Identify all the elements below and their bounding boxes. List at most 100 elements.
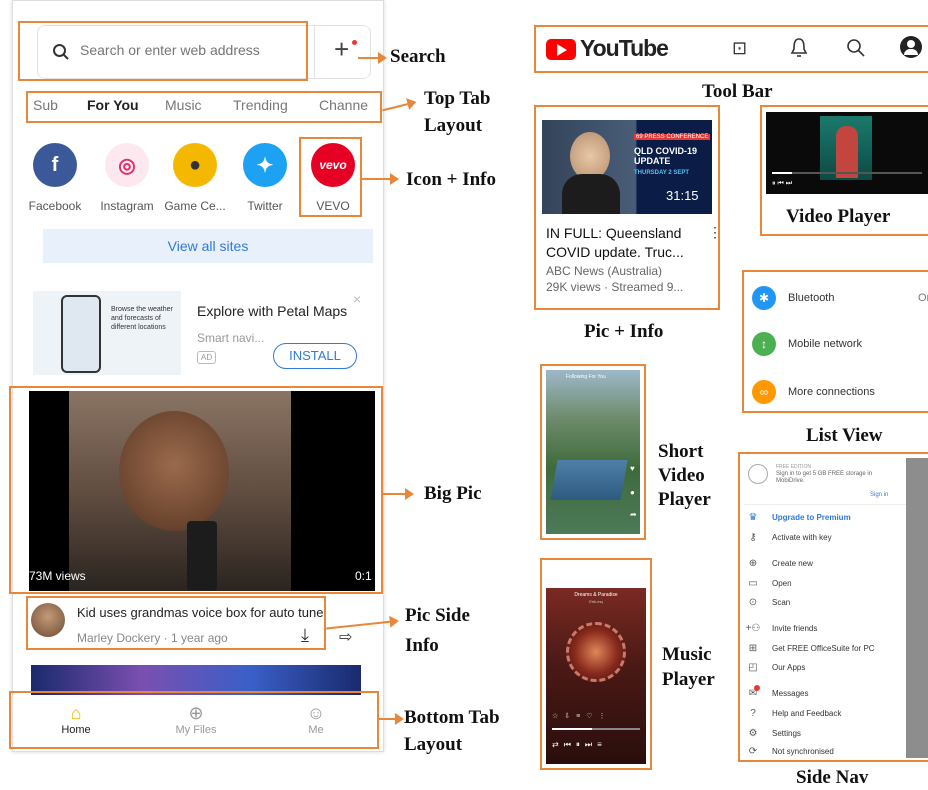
list-item-bluetooth[interactable]: ✱ Bluetooth On — [748, 276, 928, 320]
seek-bar[interactable] — [772, 172, 922, 174]
signin-link[interactable]: Sign in — [870, 492, 888, 498]
progress-bar[interactable] — [552, 728, 640, 730]
mobile-network-icon: ↕ — [752, 332, 776, 356]
nav-help-feedback[interactable]: ? Help and Feedback — [744, 708, 841, 719]
promo-text: Sign in to get 5 GB FREE storage in Mobi… — [776, 471, 873, 484]
bell-icon[interactable] — [790, 37, 808, 59]
youtube-logo-icon — [546, 39, 576, 60]
close-icon[interactable]: × — [353, 291, 361, 307]
install-button[interactable]: INSTALL — [273, 343, 357, 369]
video-title[interactable]: IN FULL: Queensland COVID update. Truc..… — [546, 224, 702, 262]
list-item-mobile-network[interactable]: ↕ Mobile network — [748, 322, 928, 366]
label-bottom-tab-layout: Layout — [404, 734, 463, 755]
label-top-tab-layout: Layout — [424, 115, 483, 136]
nav-label: Settings — [772, 729, 801, 738]
profile-icon[interactable] — [748, 464, 768, 484]
list-item-more-connections[interactable]: ∞ More connections — [748, 370, 928, 414]
headline-line1: QLD COVID-19 — [634, 146, 698, 156]
short-video-frame[interactable]: Following For You ♥ ● ➦ — [546, 370, 640, 534]
nav-label: Our Apps — [772, 663, 806, 672]
invite-friends-icon: +⚇ — [745, 623, 761, 634]
action-icons[interactable]: ☆⇩≡♡⋮ — [552, 712, 640, 720]
app-game-center[interactable]: ● Game Ce... — [163, 143, 227, 213]
nav-officesuite-pc[interactable]: ⊞ Get FREE OfficeSuite for PC — [744, 643, 875, 654]
nav-label: Create new — [772, 559, 813, 568]
comment-icon[interactable]: ● — [630, 488, 635, 497]
label-short-video-player: Player — [658, 489, 711, 510]
app-label: Twitter — [247, 199, 283, 213]
nav-settings[interactable]: ⚙ Settings — [744, 728, 801, 739]
nav-label: Messages — [772, 689, 809, 698]
nav-open[interactable]: ▭ Open — [744, 578, 792, 589]
list-item-label: More connections — [788, 386, 875, 398]
short-video-tabs: Following For You — [566, 374, 606, 380]
search-icon[interactable] — [846, 38, 866, 58]
app-label: Instagram — [100, 199, 154, 213]
label-list-view: List View — [806, 425, 883, 446]
pic-side-info-highlight — [26, 596, 326, 650]
nav-label: Scan — [772, 598, 791, 607]
top-tab-highlight — [26, 91, 382, 123]
play-controls-icon[interactable]: ⏸ ⏮ ⏭ — [772, 180, 792, 188]
list-item-label: Mobile network — [788, 338, 862, 350]
label-pic-side: Pic Side — [405, 605, 470, 626]
edition-label: FREE EDITION — [776, 464, 812, 470]
playback-controls-icon[interactable]: ⇄⏮⏸⏭≡ — [552, 740, 640, 750]
duration-label: 31:15 — [666, 188, 699, 203]
twitter-icon: ✦ — [243, 143, 287, 187]
like-icon[interactable]: ♥ — [630, 464, 635, 473]
account-icon[interactable] — [900, 36, 922, 58]
share-icon[interactable]: ⇨ — [339, 627, 352, 647]
gear-icon: ⚙ — [748, 728, 758, 739]
nav-label: Open — [772, 579, 792, 588]
label-pic-info: Pic + Info — [584, 321, 664, 342]
nav-not-synchronised[interactable]: ⟳ Not synchronised — [744, 746, 834, 757]
youtube-wordmark: YouTube — [580, 35, 669, 61]
music-player-frame[interactable]: Dreams & Paradise Erik.mq ☆⇩≡♡⋮ ⇄⏮⏸⏭≡ — [546, 588, 646, 764]
app-instagram[interactable]: ◎ Instagram — [95, 143, 159, 213]
scene-figure — [836, 126, 858, 178]
icon-info-highlight — [299, 137, 362, 217]
nav-activate-key[interactable]: ⚷ Activate with key — [744, 532, 832, 543]
more-vert-icon[interactable]: ⋮ — [708, 224, 722, 241]
crown-icon: ♛ — [748, 512, 758, 523]
label-tool-bar: Tool Bar — [702, 81, 773, 102]
app-facebook[interactable]: f Facebook — [23, 143, 87, 213]
view-all-sites-button[interactable]: View all sites — [43, 229, 373, 263]
label-video-player: Video Player — [786, 206, 891, 227]
nav-create-new[interactable]: ⊕ Create new — [744, 558, 813, 569]
divider — [744, 504, 906, 505]
cast-icon[interactable]: ⊡ — [732, 38, 747, 59]
list-item-label: Bluetooth — [788, 292, 835, 304]
nav-our-apps[interactable]: ◰ Our Apps — [744, 662, 805, 673]
headline-line2: UPDATE — [634, 156, 671, 166]
label-music-player: Player — [662, 669, 715, 690]
nav-scan[interactable]: ⊙ Scan — [744, 597, 790, 608]
label-music: Music — [662, 644, 712, 665]
nav-label: Not synchronised — [772, 747, 834, 756]
nav-label: Activate with key — [772, 533, 832, 542]
new-tab-plus-icon[interactable]: + — [334, 34, 349, 65]
app-label: Facebook — [28, 199, 82, 213]
label-short: Short — [658, 441, 704, 462]
folder-icon: ▭ — [748, 578, 758, 589]
search-highlight — [18, 21, 308, 81]
nav-label: Upgrade to Premium — [772, 513, 851, 522]
apps-icon: ◰ — [748, 662, 758, 673]
channel-name: ABC News (Australia) — [546, 264, 663, 278]
album-art-disc — [566, 622, 626, 682]
nav-invite-friends[interactable]: +⚇ Invite friends — [744, 623, 818, 634]
scan-icon: ⊙ — [748, 597, 758, 608]
link-icon: ∞ — [752, 380, 776, 404]
share-icon[interactable]: ➦ — [630, 510, 637, 519]
nav-upgrade-premium[interactable]: ♛ Upgrade to Premium — [744, 512, 851, 523]
video-player-frame[interactable]: ⏸ ⏮ ⏭ — [766, 112, 928, 194]
label-short-video: Video — [658, 465, 705, 486]
song-title: Dreams & Paradise — [574, 592, 618, 598]
instagram-icon: ◎ — [105, 143, 149, 187]
help-icon: ? — [750, 708, 756, 719]
news-video-thumbnail[interactable]: 69 PRESS CONFERENCE QLD COVID-19 UPDATE … — [542, 120, 712, 214]
song-artist: Erik.mq — [589, 599, 603, 604]
app-twitter[interactable]: ✦ Twitter — [233, 143, 297, 213]
app-label: Game Ce... — [164, 199, 226, 213]
